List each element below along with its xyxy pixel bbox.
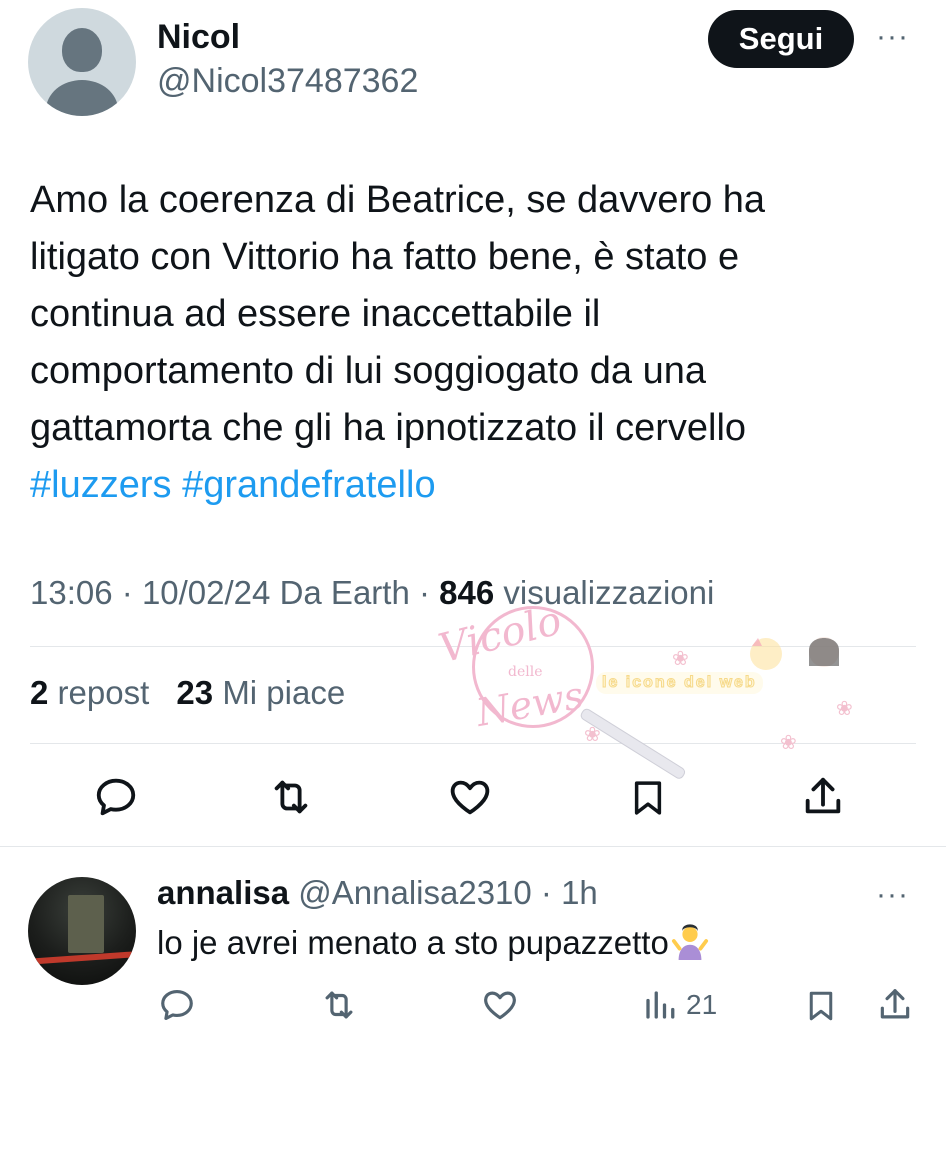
- like-button[interactable]: [446, 774, 494, 820]
- reply-author-handle[interactable]: @Annalisa2310: [298, 874, 532, 911]
- follow-button[interactable]: Segui: [708, 10, 854, 68]
- tweet-time[interactable]: 13:06: [30, 574, 113, 611]
- share-icon: [805, 777, 841, 814]
- repost-icon: [325, 991, 353, 1019]
- reposts-count: 2: [30, 674, 49, 711]
- likes-stat[interactable]: 23 Mi piace: [176, 674, 345, 711]
- reply-views-button[interactable]: 21: [642, 986, 717, 1024]
- reply-repost-button[interactable]: [318, 986, 360, 1024]
- reply-bookmark-button[interactable]: [803, 986, 839, 1026]
- tweet-text-line: continua ad essere inaccettabile il: [30, 293, 601, 335]
- meta-separator: ·: [121, 574, 133, 611]
- avatar-photo-detail: [68, 895, 104, 953]
- reply-header: annalisa @Annalisa2310 · 1h: [157, 874, 598, 912]
- tweet-text-line: gattamorta che gli ha ipnotizzato il cer…: [30, 407, 747, 449]
- paw-print-icon: ❀: [836, 698, 853, 720]
- like-icon: [450, 780, 490, 815]
- reposts-stat[interactable]: 2 repost: [30, 674, 149, 711]
- paw-print-icon: ❀: [584, 724, 601, 746]
- reply-more-options-icon[interactable]: ···: [876, 878, 909, 912]
- reply-share-button[interactable]: [876, 986, 914, 1024]
- watermark-characters-icon: [750, 637, 839, 670]
- hashtags: #luzzers #grandefratello: [30, 457, 910, 514]
- meta-separator: ·: [418, 574, 430, 611]
- author-name[interactable]: Nicol: [157, 18, 240, 57]
- tweet-date[interactable]: 10/02/24: [142, 574, 270, 611]
- engagement-stats: 2 repost 23 Mi piace: [30, 674, 345, 712]
- tweet-meta: 13:06 · 10/02/24 Da Earth · 846 visualiz…: [30, 574, 714, 612]
- views-count: 846: [439, 574, 495, 611]
- bookmark-icon: [809, 991, 833, 1021]
- views-icon: [646, 991, 675, 1019]
- hashtag-link-luzzers[interactable]: #luzzers: [30, 464, 172, 506]
- share-button[interactable]: [800, 774, 846, 820]
- more-options-icon[interactable]: ···: [876, 20, 909, 54]
- author-handle[interactable]: @Nicol37487362: [157, 62, 418, 101]
- bookmark-icon: [634, 781, 662, 815]
- default-avatar-head: [62, 28, 102, 72]
- reply-time[interactable]: · 1h: [541, 874, 598, 911]
- repost-icon: [274, 780, 308, 814]
- like-icon: [484, 991, 516, 1020]
- reply-avatar[interactable]: [28, 877, 136, 985]
- tweet-text: Amo la coerenza di Beatrice, se davvero …: [30, 172, 910, 514]
- tweet-source: Da Earth: [279, 574, 410, 611]
- reply-text-content: lo je avrei menato a sto pupazzetto: [157, 924, 669, 961]
- avatar-photo-detail: [28, 951, 136, 965]
- reply-text: lo je avrei menato a sto pupazzetto: [157, 922, 709, 962]
- repost-button[interactable]: [266, 774, 316, 820]
- reply-icon: [161, 989, 193, 1021]
- reply-button[interactable]: [93, 774, 139, 820]
- section-divider: [0, 846, 946, 847]
- reply-author-name[interactable]: annalisa: [157, 874, 289, 911]
- default-avatar-body: [46, 80, 118, 116]
- reply-reply-button[interactable]: [158, 986, 196, 1024]
- watermark-text: delle: [508, 664, 543, 680]
- reply-like-button[interactable]: [480, 986, 520, 1024]
- likes-label: Mi piace: [222, 674, 346, 711]
- likes-count: 23: [176, 674, 214, 711]
- hashtag-link-grandefratello[interactable]: #grandefratello: [182, 464, 436, 506]
- tweet-text-line: litigato con Vittorio ha fatto bene, è s…: [30, 236, 740, 278]
- tweet-text-line: comportamento di lui soggiogato da una: [30, 350, 707, 392]
- paw-print-icon: ❀: [672, 648, 689, 670]
- reply-views-count: 21: [686, 989, 718, 1020]
- person-shrugging-emoji: [671, 924, 708, 960]
- share-icon: [880, 989, 910, 1019]
- tweet-text-line: Amo la coerenza di Beatrice, se davvero …: [30, 179, 766, 221]
- reposts-label: repost: [57, 674, 150, 711]
- paw-print-icon: ❀: [780, 732, 797, 754]
- author-avatar[interactable]: [28, 8, 136, 116]
- reply-icon: [96, 778, 136, 816]
- bookmark-button[interactable]: [627, 774, 669, 822]
